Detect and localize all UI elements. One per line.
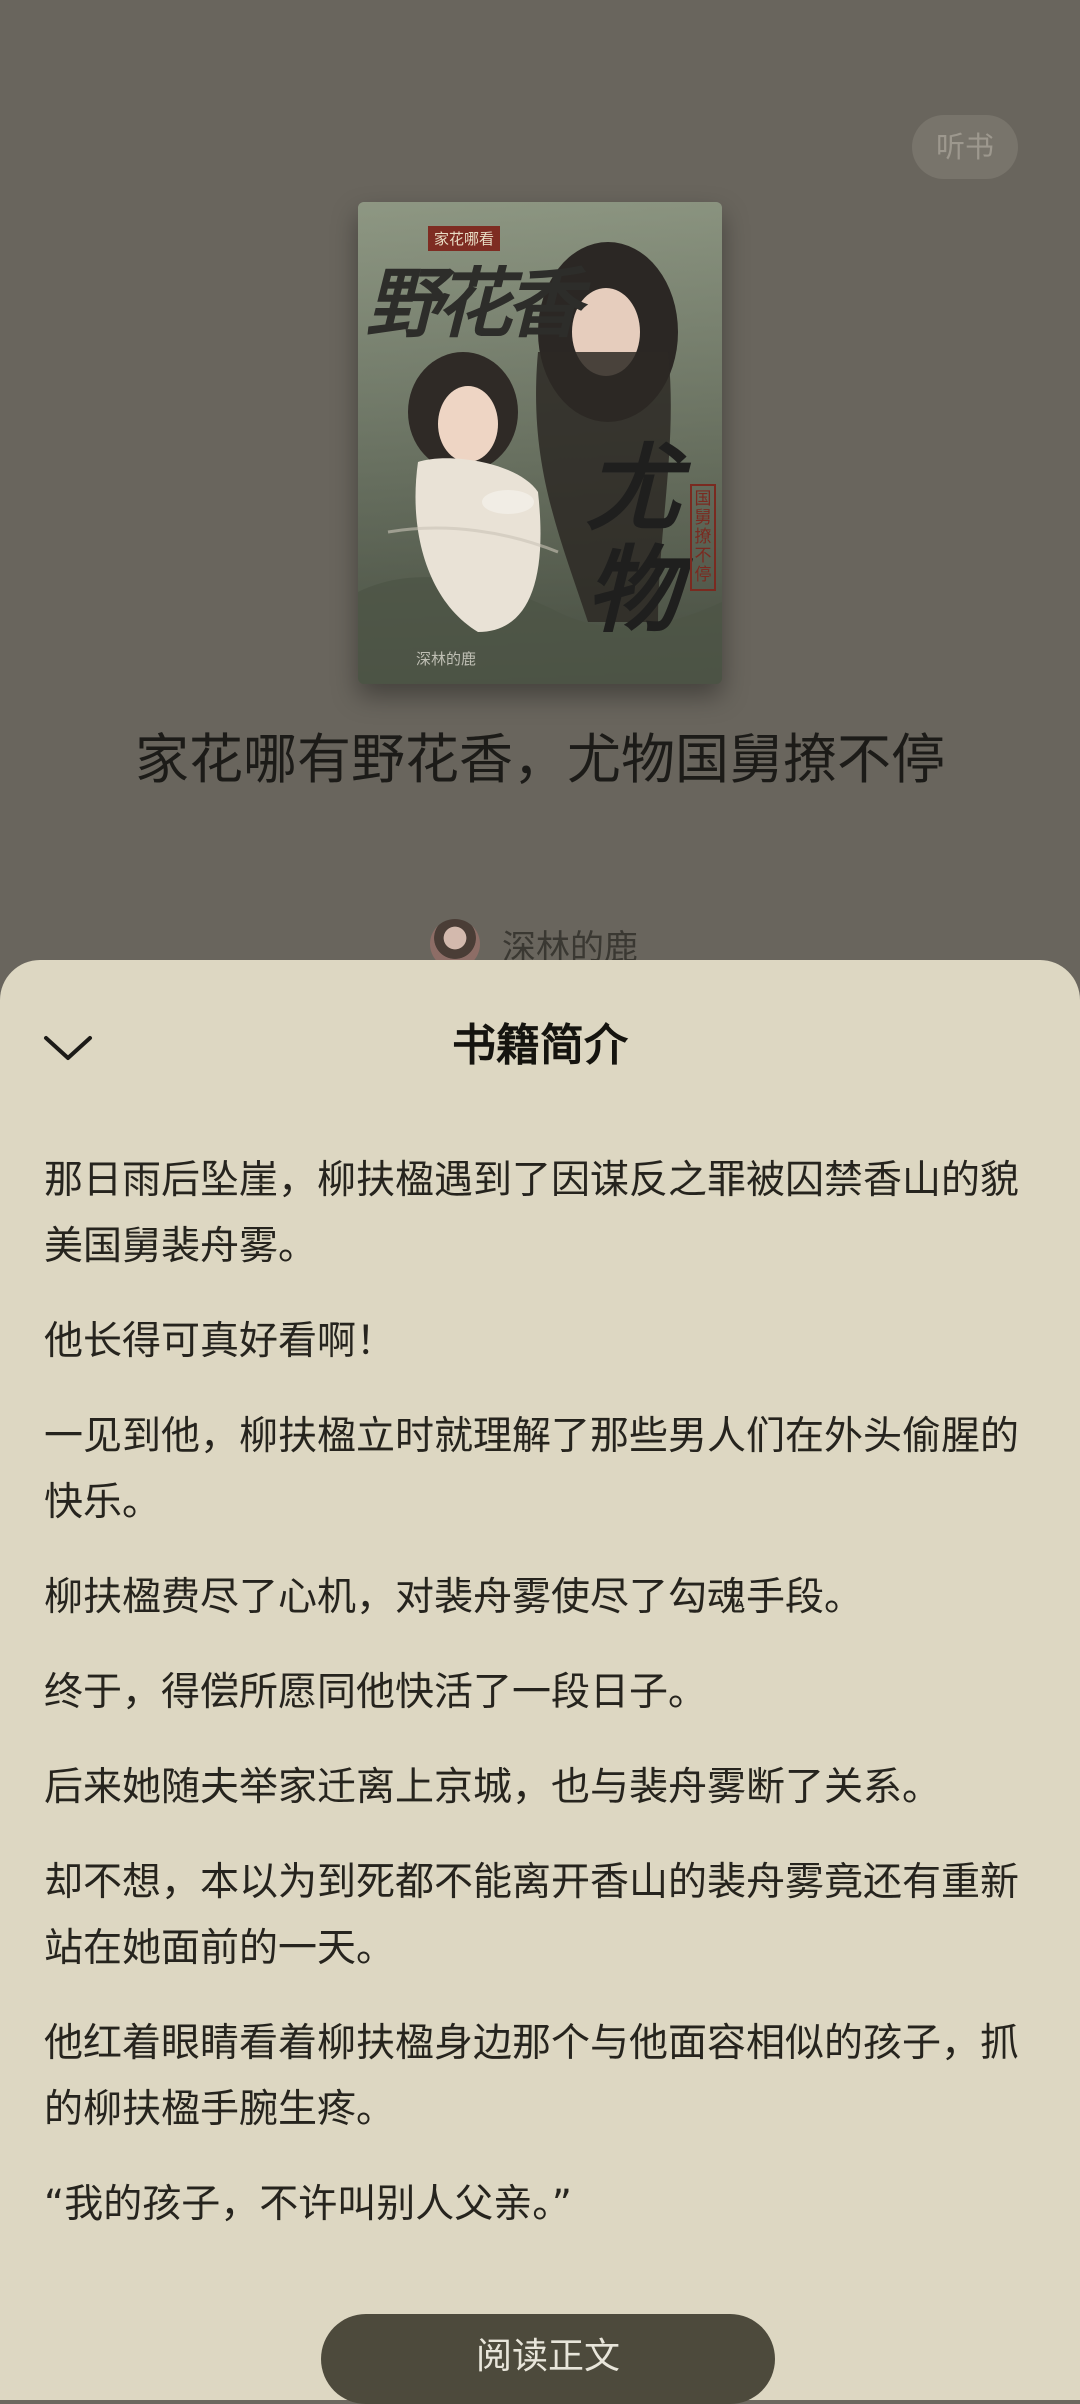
cover-seal: 国舅撩不停 xyxy=(690,484,716,591)
intro-paragraph: 后来她随夫举家迁离上京城，也与裴舟雾断了关系。 xyxy=(44,1765,942,1810)
intro-paragraph: 一见到他，柳扶楹立时就理解了那些男人们在外头偷腥的快乐。 xyxy=(44,1414,1020,1525)
intro-paragraph: 他长得可真好看啊！ xyxy=(44,1319,396,1364)
sheet-title: 书籍简介 xyxy=(452,1020,628,1071)
intro-paragraph: 终于，得偿所愿同他快活了一段日子。 xyxy=(44,1670,708,1715)
intro-paragraph: 他红着眼睛看着柳扶楹身边那个与他面容相似的孩子，抓的柳扶楹手腕生疼。 xyxy=(44,2021,1020,2132)
cover-title-accent: 尤物 xyxy=(586,434,681,646)
cover-author: 深林的鹿 xyxy=(416,650,477,668)
intro-paragraph: 那日雨后坠崖，柳扶楹遇到了因谋反之罪被囚禁香山的貌美国舅裴舟雾。 xyxy=(44,1158,1020,1269)
intro-paragraph: 柳扶楹费尽了心机，对裴舟雾使尽了勾魂手段。 xyxy=(44,1575,864,1620)
cover-title-main: 野花香 xyxy=(366,259,582,348)
listen-button[interactable]: 听书 xyxy=(912,115,1018,179)
intro-paragraph: 却不想，本以为到死都不能离开香山的裴舟雾竟还有重新站在她面前的一天。 xyxy=(44,1860,1020,1971)
intro-paragraph: “我的孩子，不许叫别人父亲。” xyxy=(44,2182,572,2227)
book-title: 家花哪有野花香，尤物国舅撩不停 xyxy=(135,728,945,791)
read-button[interactable]: 阅读正文 xyxy=(321,2314,775,2404)
chevron-down-icon xyxy=(44,1036,92,1060)
intro-text: 那日雨后坠崖，柳扶楹遇到了因谋反之罪被囚禁香山的貌美国舅裴舟雾。 他长得可真好看… xyxy=(44,1148,1044,2267)
book-cover[interactable]: 家花哪看 野花香 尤物 国舅撩不停 深林的鹿 xyxy=(358,202,722,684)
collapse-button[interactable] xyxy=(30,1020,106,1076)
